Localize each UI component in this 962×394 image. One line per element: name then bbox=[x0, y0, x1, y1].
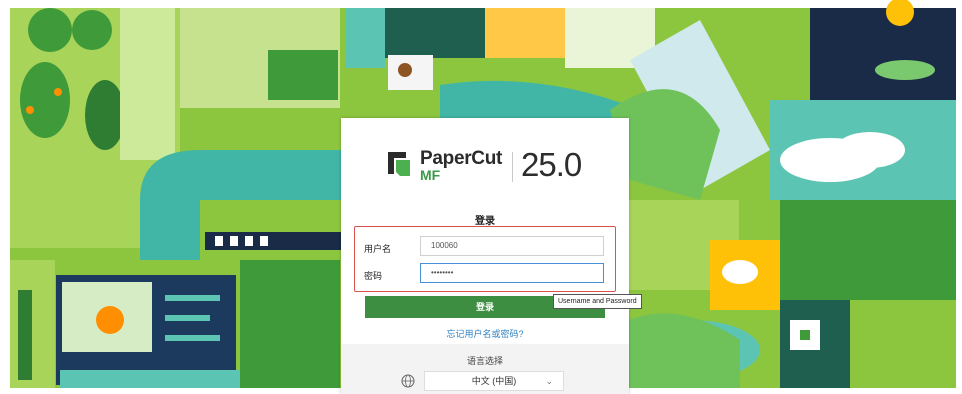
login-card: PaperCut MF 25.0 登录 用户名 100060 密码 ••••••… bbox=[341, 118, 629, 394]
brand-sub: MF bbox=[420, 167, 441, 183]
papercut-logo-icon bbox=[388, 152, 410, 176]
password-field[interactable]: •••••••• bbox=[420, 263, 604, 283]
logo-divider bbox=[512, 152, 513, 182]
language-section: 语言选择 中文 (中国) ⌄ bbox=[341, 344, 629, 394]
papercut-logo: PaperCut MF 25.0 bbox=[386, 146, 596, 188]
forgot-credentials-link[interactable]: 忘记用户名或密码? bbox=[341, 327, 629, 340]
password-label: 密码 bbox=[364, 271, 383, 281]
language-title: 语言选择 bbox=[466, 356, 503, 366]
tooltip: Username and Password bbox=[553, 294, 642, 309]
version-number: 25.0 bbox=[521, 146, 582, 183]
username-label: 用户名 bbox=[364, 244, 392, 254]
login-title: 登录 bbox=[475, 216, 495, 227]
chevron-down-icon: ⌄ bbox=[545, 376, 553, 386]
language-selected: 中文 (中国) bbox=[471, 376, 517, 386]
username-field[interactable]: 100060 bbox=[420, 236, 604, 256]
language-select[interactable]: 中文 (中国) ⌄ bbox=[424, 371, 564, 391]
globe-icon bbox=[401, 374, 415, 388]
